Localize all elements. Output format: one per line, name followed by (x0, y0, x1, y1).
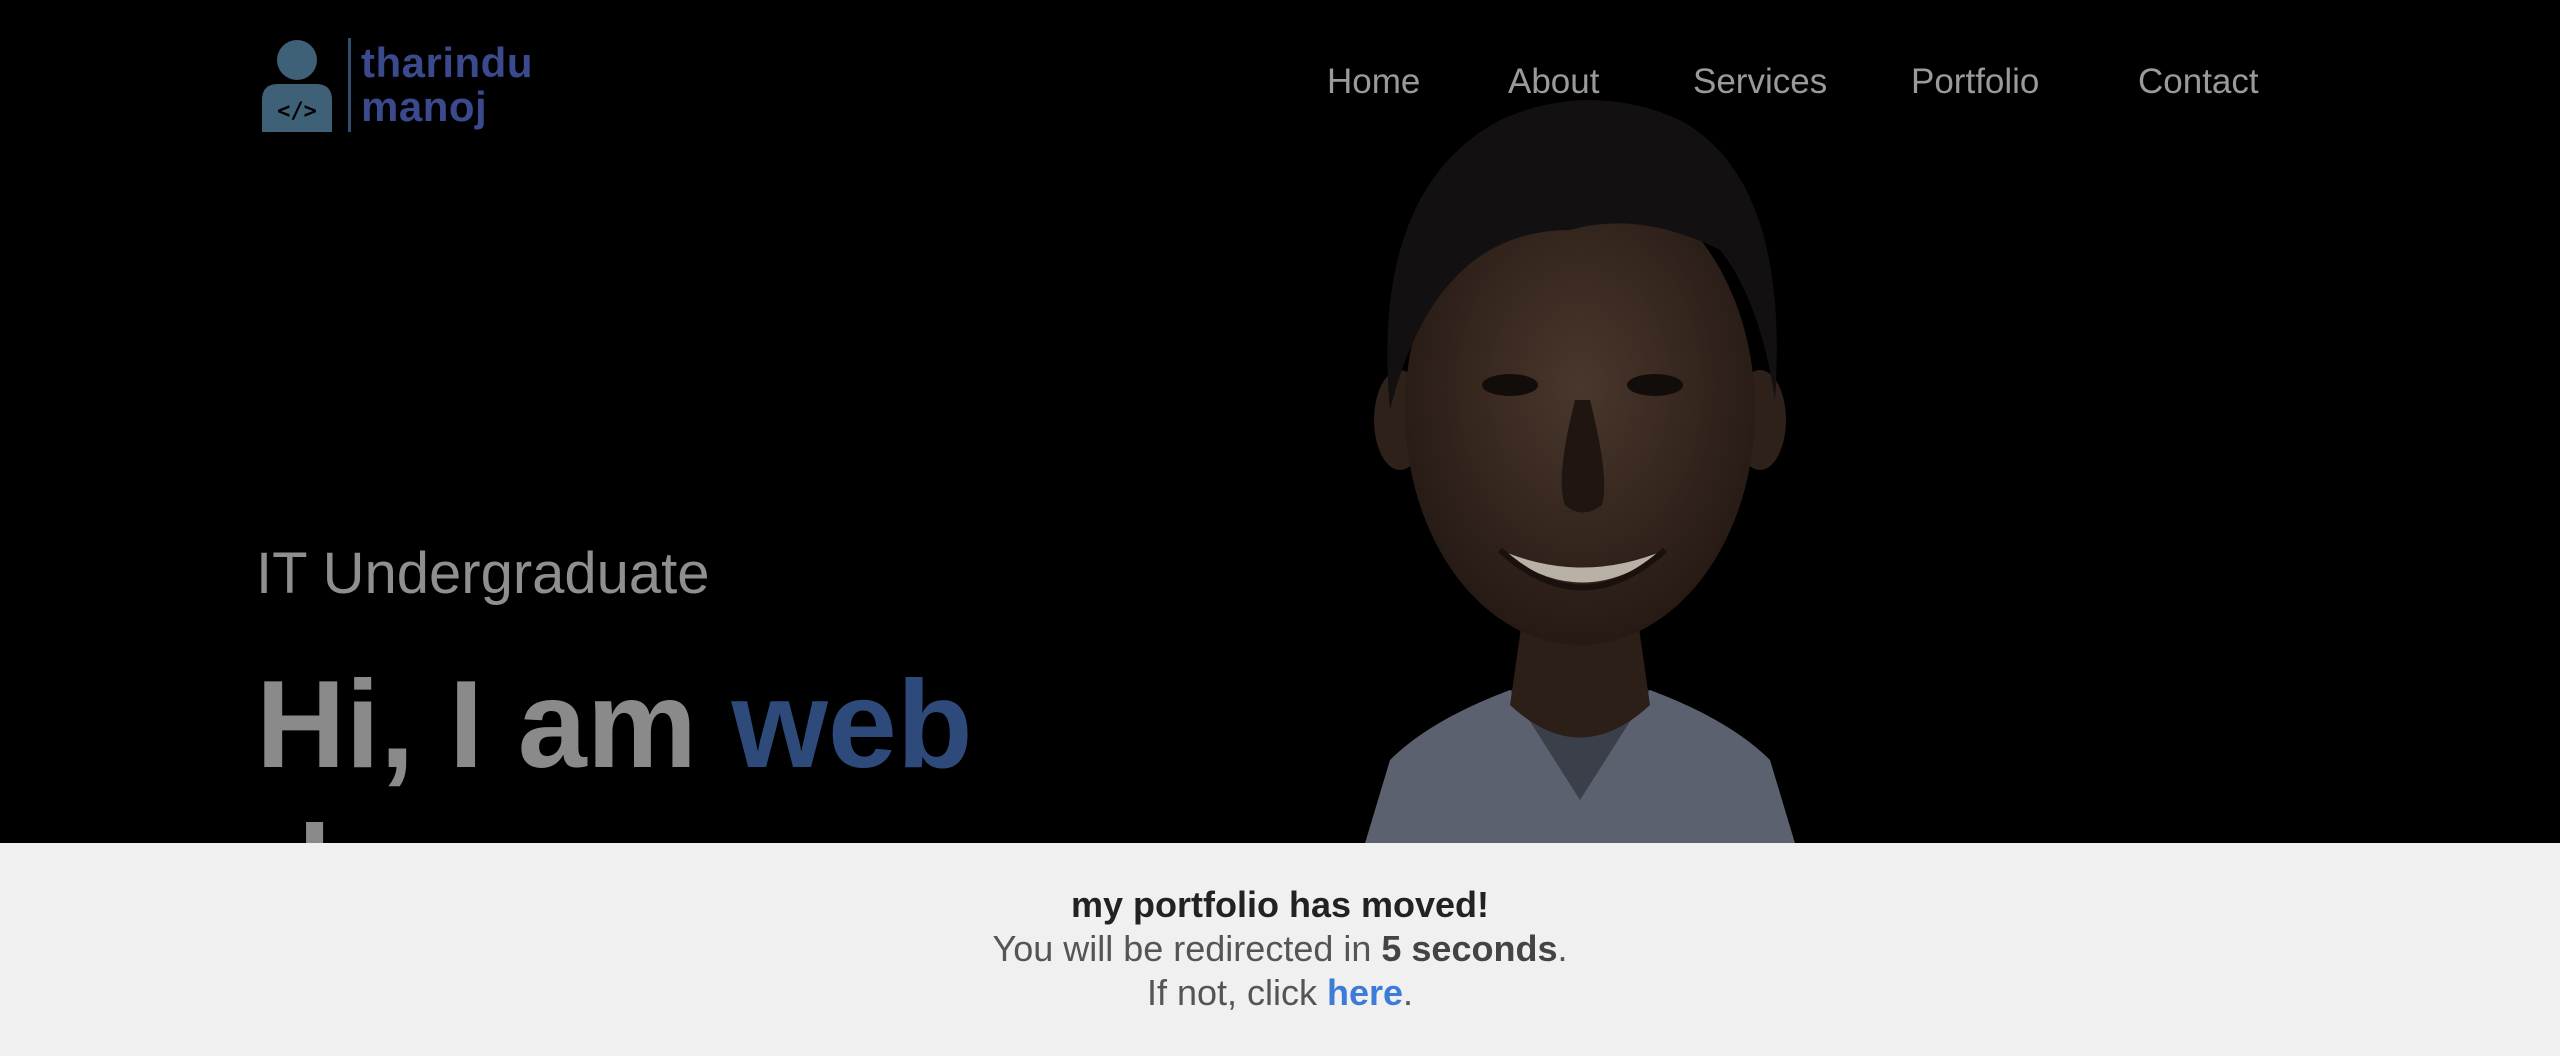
logo-text: tharindu manoj (361, 41, 533, 129)
hero-headline-line2: dev (256, 800, 470, 843)
click-prefix: If not, click (1146, 972, 1327, 1013)
redirect-prefix: You will be redirected in (992, 928, 1382, 969)
redirect-suffix: . (1557, 928, 1568, 969)
logo-divider (348, 38, 351, 132)
nav-portfolio[interactable]: Portfolio (1911, 62, 2039, 102)
headline-accent: web (731, 656, 973, 794)
svg-text:</>: </> (277, 99, 317, 124)
headline-prefix: Hi, I am (256, 656, 732, 794)
notice-click-line: If not, click here. (0, 971, 2560, 1015)
developer-avatar-icon: </> (256, 38, 338, 132)
notice-redirect-line: You will be redirected in 5 seconds. (0, 927, 2560, 971)
redirect-countdown: 5 seconds (1381, 928, 1558, 969)
nav-contact[interactable]: Contact (2138, 62, 2259, 102)
logo-last-name: manoj (361, 83, 488, 130)
hero-headline: Hi, I am web (256, 655, 973, 795)
site-logo[interactable]: </> tharindu manoj (256, 38, 533, 132)
hero-subtitle: IT Undergraduate (256, 541, 710, 606)
notice-title: my portfolio has moved! (1070, 884, 1490, 925)
redirect-link[interactable]: here (1327, 972, 1403, 1013)
redirect-notice-banner: my portfolio has moved! You will be redi… (0, 843, 2560, 1056)
profile-photo (1320, 80, 1840, 843)
click-suffix: . (1403, 972, 1414, 1013)
hero-section: </> tharindu manoj Home About Services P… (0, 0, 2560, 843)
logo-first-name: tharindu (361, 39, 533, 86)
